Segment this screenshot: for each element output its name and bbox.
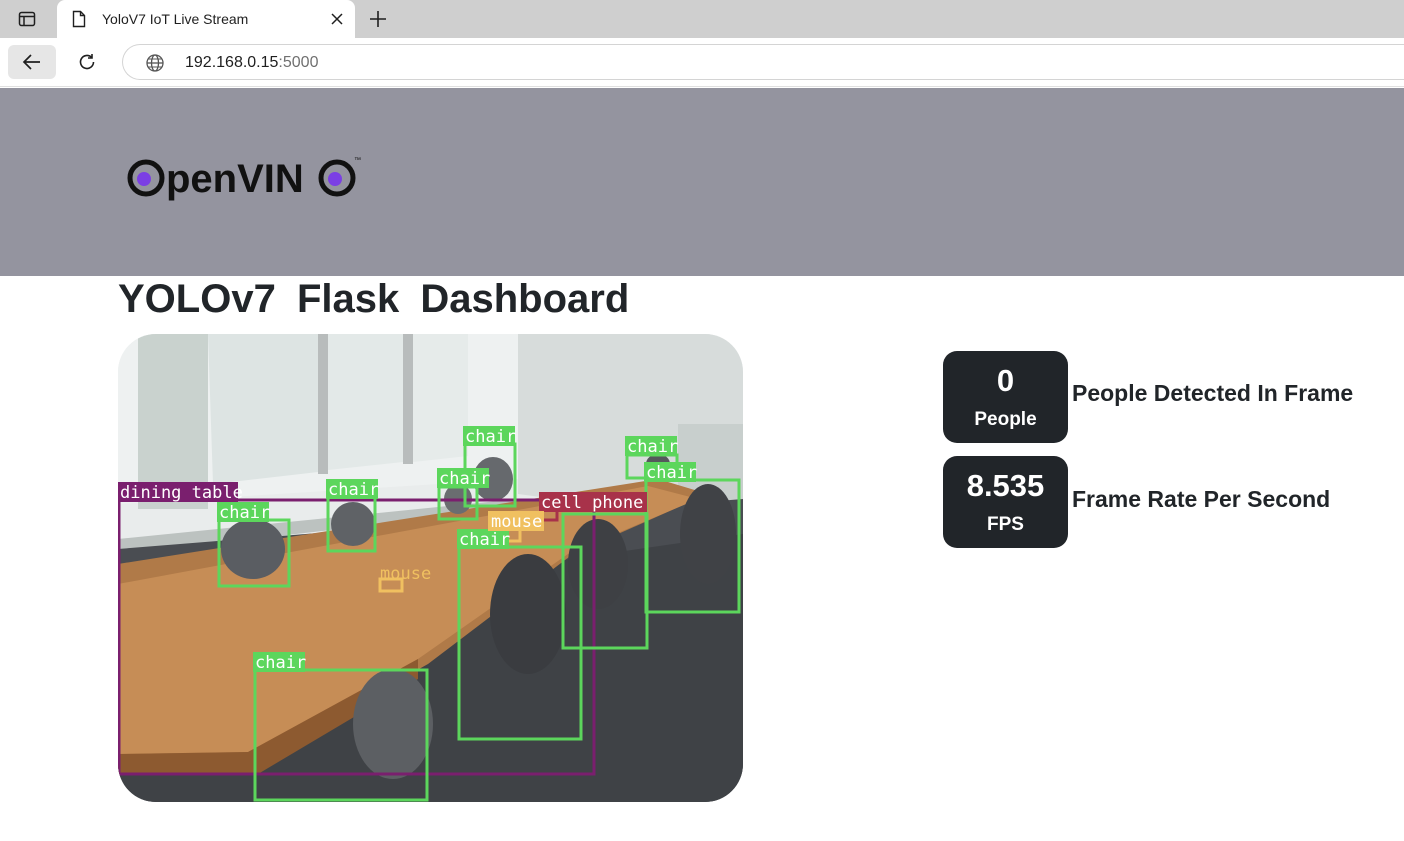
label-chair: chair xyxy=(219,503,270,523)
reload-icon xyxy=(79,54,95,70)
people-count-value: 0 xyxy=(996,363,1015,398)
label-chair: chair xyxy=(459,530,510,550)
logo-trademark: ™ xyxy=(354,157,361,164)
back-arrow-icon xyxy=(22,54,40,70)
tab-title: YoloV7 IoT Live Stream xyxy=(102,11,249,27)
label-dining-table: dining table xyxy=(120,483,243,503)
people-count-label: People Detected In Frame xyxy=(1072,380,1354,406)
fps-label: Frame Rate Per Second xyxy=(1072,486,1331,512)
page-title: YOLOv7 Flask Dashboard xyxy=(118,277,630,321)
fps-unit: FPS xyxy=(987,514,1024,535)
label-chair: chair xyxy=(439,469,490,489)
globe-icon xyxy=(145,53,165,78)
logo-accent-dot xyxy=(137,172,151,186)
people-count-unit: People xyxy=(974,409,1037,430)
tab-actions-icon[interactable] xyxy=(8,6,46,32)
browser-tab[interactable]: YoloV7 IoT Live Stream xyxy=(57,0,355,38)
label-chair: chair xyxy=(627,437,678,457)
address-bar-row: 192.168.0.15:5000 xyxy=(0,38,1404,87)
url-input[interactable]: 192.168.0.15:5000 xyxy=(122,44,1404,80)
label-mouse: mouse xyxy=(380,564,431,584)
label-chair: chair xyxy=(646,463,697,483)
new-tab-icon[interactable] xyxy=(366,7,390,31)
people-count-card: 0 People xyxy=(943,351,1068,443)
url-text: 192.168.0.15:5000 xyxy=(185,54,318,72)
label-cell-phone: cell phone xyxy=(541,493,643,513)
detection-frame: dining table chair chair chair chair cha… xyxy=(118,334,743,802)
logo-accent-dot xyxy=(328,172,342,186)
url-port: :5000 xyxy=(278,54,319,71)
url-host: 192.168.0.15 xyxy=(185,54,279,71)
fps-card: 8.535 FPS xyxy=(943,456,1068,548)
browser-tab-bar: YoloV7 IoT Live Stream xyxy=(0,0,1404,38)
page-icon xyxy=(71,10,87,33)
back-button[interactable] xyxy=(8,45,56,79)
openvino-logo: penVIN ™ xyxy=(127,157,361,201)
close-tab-icon[interactable] xyxy=(327,9,347,29)
label-chair: chair xyxy=(328,480,379,500)
label-chair: chair xyxy=(465,427,516,447)
svg-text:penVIN: penVIN xyxy=(166,157,304,201)
label-mouse: mouse xyxy=(491,512,542,532)
live-stream-video: dining table chair chair chair chair cha… xyxy=(118,334,743,802)
reload-button[interactable] xyxy=(70,45,104,79)
fps-value: 8.535 xyxy=(966,468,1045,503)
label-chair: chair xyxy=(255,653,306,673)
